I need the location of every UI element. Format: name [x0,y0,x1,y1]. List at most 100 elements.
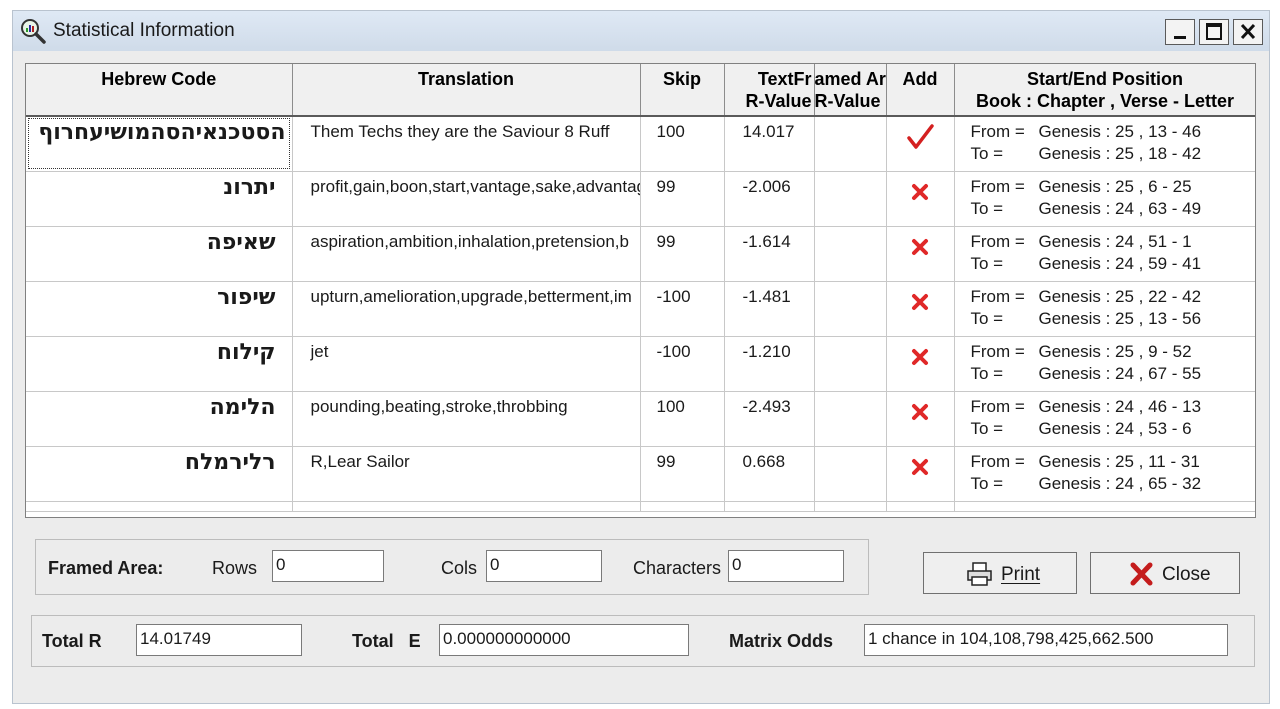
skip-cell[interactable]: 99 [640,226,725,282]
add-toggle[interactable] [886,281,955,337]
total-e-field[interactable]: 0.000000000000 [439,624,689,656]
framed-r-value-cell[interactable] [814,226,887,282]
hebrew-code-cell[interactable]: רלירמלח [26,446,293,502]
to-value: Genesis : 25 , 13 - 56 [1038,308,1202,328]
x-mark-icon [912,458,928,475]
from-line: From = Genesis : 24 , 51 - 1 [971,231,1256,253]
empty-cell [886,501,955,512]
skip-cell[interactable]: -100 [640,281,725,337]
framed-r-value-cell[interactable] [814,171,887,227]
characters-field[interactable]: 0 [728,550,844,582]
hebrew-code-cell[interactable]: הלימה [26,391,293,447]
print-button[interactable]: Print [923,552,1077,594]
from-label: From = [970,396,1025,416]
translation-cell[interactable]: jet [292,336,641,392]
text-r-value-cell[interactable]: -1.210 [724,336,815,392]
framed-r-value-cell[interactable] [814,281,887,337]
hebrew-code-cell[interactable]: קילוח [26,336,293,392]
add-toggle[interactable] [886,226,955,282]
header-hebrew-code[interactable]: Hebrew Code [26,64,293,117]
translation-cell[interactable]: Them Techs they are the Saviour 8 Ruff [292,116,641,172]
window-title: Statistical Information [53,20,235,41]
statistical-information-window: Statistical Information Hebrew Code Tran… [12,10,1270,704]
add-toggle[interactable] [886,116,955,172]
hebrew-code-cell[interactable]: הסטכנאיהסהמושיעחרוף [26,116,293,172]
text-r-value-cell[interactable]: -2.006 [724,171,815,227]
cols-field[interactable]: 0 [486,550,602,582]
close-button[interactable]: Close [1090,552,1240,594]
maximize-button[interactable] [1199,19,1229,45]
matrix-odds-field[interactable]: 1 chance in 104,108,798,425,662.500 [864,624,1228,656]
translation-cell[interactable]: pounding,beating,stroke,throbbing [292,391,641,447]
header-framed-r-value[interactable]: amed Ar R-Value [814,64,887,117]
from-label: From = [970,231,1025,251]
skip-cell[interactable]: 99 [640,446,725,502]
position-cell[interactable]: From = Genesis : 25 , 11 - 31 To = Genesis … [954,446,1255,502]
framed-area-label: Framed Area: [48,558,164,578]
title-bar[interactable]: Statistical Information [13,11,1269,51]
framed-r-value-cell[interactable] [814,391,887,447]
position-cell[interactable]: From = Genesis : 25 , 13 - 46 To = Genesis … [954,116,1255,172]
text-r-value-cell[interactable]: -1.481 [724,281,815,337]
framed-r-value-cell[interactable] [814,336,887,392]
header-text-r-value[interactable]: TextFr R-Value [724,64,815,117]
table-row[interactable]: רלירמלח R,Lear Sailor 99 0.668 From = Genesis… [26,446,1255,502]
empty-cell [26,501,293,512]
rows-field[interactable]: 0 [272,550,384,582]
minimize-button[interactable] [1165,19,1195,45]
skip-cell[interactable]: 100 [640,116,725,172]
table-row[interactable]: שיפור upturn,amelioration,upgrade,betterm… [26,281,1256,337]
text-r-value-cell[interactable]: 0.668 [724,446,815,502]
rows-label: Rows [212,558,258,578]
translation-cell[interactable]: R,Lear Sailor [292,446,641,502]
total-e-label: Total E [352,631,421,651]
table-row[interactable]: הלימה pounding,beating,stroke,throbbing 10… [26,391,1256,447]
close-window-button[interactable] [1233,19,1263,45]
hebrew-code-cell[interactable]: יתרונ [26,171,293,227]
position-cell[interactable]: From = Genesis : 25 , 22 - 42 To = Genesis … [954,281,1256,337]
from-value: Genesis : 24 , 51 - 1 [1038,231,1192,251]
position-cell[interactable]: From = Genesis : 25 , 6 - 25 To = Genesis :… [954,171,1256,227]
x-mark-icon [912,348,928,365]
text-r-value-cell[interactable]: -1.614 [724,226,815,282]
table-row[interactable]: יתרונ profit,gain,boon,start,vantage,sake… [26,171,1256,227]
hebrew-code-cell[interactable]: שאיפה [26,226,293,282]
table-row[interactable]: קילוח jet -100 -1.210 From = Genesis : 25 , 9… [26,336,1255,392]
header-position[interactable]: Start/End Position Book : Chapter , Verse… [954,64,1255,117]
x-mark-icon [912,293,928,310]
table-row[interactable]: שאיפה aspiration,ambition,inhalation,pret… [26,226,1256,282]
header-skip[interactable]: Skip [640,64,725,117]
to-line: To = Genesis : 24 , 59 - 41 [971,253,1256,275]
framed-r-value-cell[interactable] [814,446,887,502]
position-cell[interactable]: From = Genesis : 24 , 51 - 1 To = Genesis :… [954,226,1256,282]
translation-cell[interactable]: profit,gain,boon,start,vantage,sake,adva… [292,171,641,227]
translation-cell[interactable]: upturn,amelioration,upgrade,betterment,i… [292,281,641,337]
from-label: From = [970,286,1025,306]
to-line: To = Genesis : 24 , 53 - 6 [971,418,1256,440]
skip-cell[interactable]: 99 [640,171,725,227]
header-translation[interactable]: Translation [292,64,641,117]
translation-cell[interactable]: aspiration,ambition,inhalation,pretensio… [292,226,641,282]
add-toggle[interactable] [886,391,955,447]
hebrew-code-cell[interactable]: שיפור [26,281,293,337]
framed-r-value-cell[interactable] [814,116,887,172]
position-cell[interactable]: From = Genesis : 24 , 46 - 13 To = Genesis … [954,391,1256,447]
x-mark-icon [912,403,928,420]
position-cell[interactable]: From = Genesis : 25 , 9 - 52 To = Genesis :… [954,336,1255,392]
text-r-value-cell[interactable]: 14.017 [724,116,815,172]
total-r-field[interactable]: 14.01749 [136,624,302,656]
results-grid[interactable]: Hebrew Code Translation Skip TextFr R-Val… [25,63,1256,518]
skip-cell[interactable]: 100 [640,391,725,447]
close-icon [1240,23,1256,40]
characters-label: Characters [633,558,722,578]
add-toggle[interactable] [886,336,955,392]
from-label: From = [970,451,1025,471]
add-toggle[interactable] [886,446,955,502]
header-add[interactable]: Add [886,64,955,117]
from-line: From = Genesis : 25 , 6 - 25 [971,176,1256,198]
from-line: From = Genesis : 25 , 22 - 42 [971,286,1256,308]
table-row[interactable]: הסטכנאיהסהמושיעחרוף Them Techs they are t… [26,116,1255,172]
skip-cell[interactable]: -100 [640,336,725,392]
text-r-value-cell[interactable]: -2.493 [724,391,815,447]
add-toggle[interactable] [886,171,955,227]
